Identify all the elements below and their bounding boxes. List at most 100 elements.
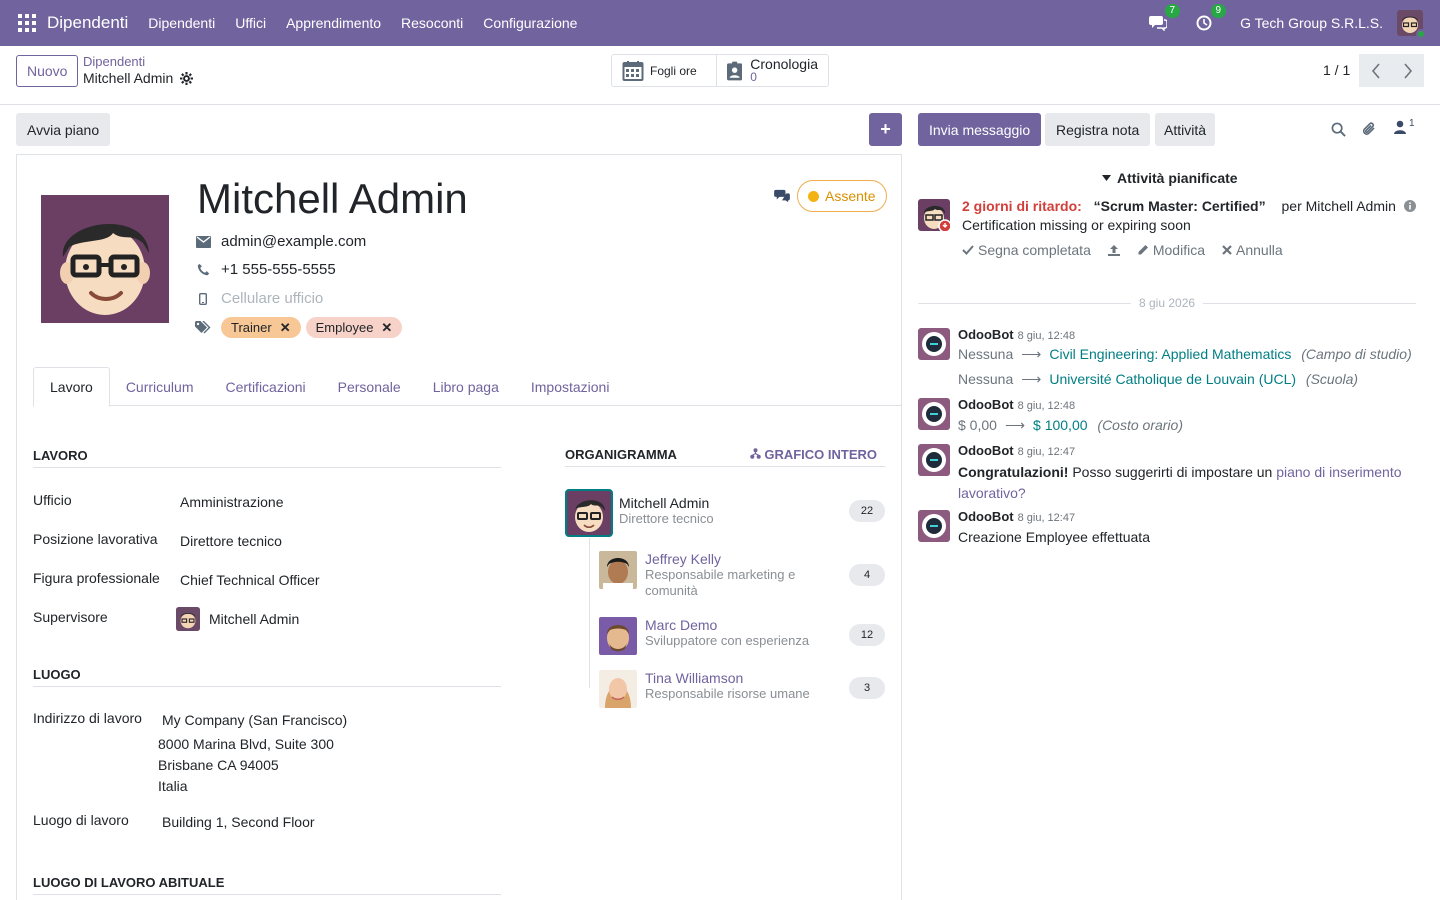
onboarding-plan-link[interactable]: piano di inserimento [1276,464,1401,480]
message-author: OdooBot 8 giu, 12:47 [958,509,1075,524]
planned-activities-toggle[interactable]: Attività pianificate [1102,170,1238,186]
new-button[interactable]: Nuovo [16,55,79,87]
org-sub-employee[interactable]: Marc Demo Sviluppatore con esperienza [599,617,809,655]
pager-previous-button[interactable] [1359,54,1392,87]
menu-configurazione[interactable]: Configurazione [483,15,577,31]
tag-remove-icon[interactable]: ✕ [280,320,291,336]
start-plan-button[interactable]: Avvia piano [16,113,111,146]
tag-employee[interactable]: Employee ✕ [305,317,403,338]
tag-trainer[interactable]: Trainer ✕ [221,317,301,338]
menu-resoconti[interactable]: Resoconti [401,15,463,31]
address-line: 8000 Marina Blvd, Suite 300 [158,736,334,752]
edit-activity-button[interactable]: Modifica [1137,242,1205,258]
message-author: OdooBot 8 giu, 12:48 [958,397,1075,412]
author-name[interactable]: OdooBot [958,327,1014,342]
manager-field[interactable]: Mitchell Admin [176,607,299,631]
tag-remove-icon[interactable]: ✕ [381,320,392,336]
pager-value[interactable]: 1 / 1 [1323,62,1350,78]
section-habitual-title: LUOGO DI LAVORO ABITUALE [33,875,501,895]
org-sub-employee[interactable]: Jeffrey Kelly Responsabile marketing e c… [599,551,815,599]
org-sub-avatar [599,551,637,589]
tab-personale[interactable]: Personale [322,367,417,406]
mark-done-button[interactable]: Segna completata [962,242,1091,258]
manager-avatar [176,607,200,631]
org-main-count-badge[interactable]: 22 [849,500,885,522]
mobile-field[interactable]: Cellulare ufficio [221,290,323,307]
tab-lavoro[interactable]: Lavoro [33,367,110,407]
cancel-activity-button[interactable]: Annulla [1222,242,1283,258]
activity-late-label: 2 giorni di ritardo: [962,198,1082,214]
tab-certificazioni[interactable]: Certificazioni [210,367,322,406]
followers-button[interactable]: 1 [1394,118,1415,134]
history-button[interactable]: Cronologia 0 [716,55,828,86]
office-label: Ufficio [33,492,72,508]
org-sub-employee[interactable]: Tina Williamson Responsabile risorse uma… [599,670,810,708]
org-sub-count-badge[interactable]: 3 [849,677,885,699]
author-name[interactable]: OdooBot [958,509,1014,524]
employee-photo[interactable] [41,195,169,323]
work-location-field[interactable]: Building 1, Second Floor [162,814,315,830]
info-icon[interactable] [1403,200,1416,212]
tag-trainer-label: Trainer [231,320,272,335]
activity-header: 2 giorni di ritardo: “Scrum Master: Cert… [962,198,1416,214]
activity-menu[interactable]: 9 [1194,4,1227,33]
menu-dipendenti[interactable]: Dipendenti [148,15,215,31]
full-chart-link[interactable]: GRAFICO INTERO [749,447,877,462]
org-sub-count-badge[interactable]: 12 [849,624,885,646]
org-sub-count-badge[interactable]: 4 [849,564,885,586]
messaging-menu[interactable]: 7 [1148,4,1181,33]
timesheets-button[interactable]: Fogli ore [612,55,716,86]
tab-curriculum[interactable]: Curriculum [110,367,210,406]
presence-status-badge[interactable]: Assente [797,180,887,212]
job-title-field[interactable]: Chief Technical Officer [180,572,320,588]
job-position-field[interactable]: Direttore tecnico [180,533,282,549]
log-note-button[interactable]: Registra nota [1045,113,1151,146]
chat-icon[interactable] [774,189,790,203]
upload-icon [1107,245,1120,256]
tab-libro-paga[interactable]: Libro paga [417,367,515,406]
upload-button[interactable] [1107,242,1120,258]
job-title-label: Figura professionale [33,570,160,586]
tab-impostazioni[interactable]: Impostazioni [515,367,626,406]
org-main-employee[interactable]: Mitchell Admin Direttore tecnico [565,489,714,537]
phone-icon [197,263,209,276]
onboarding-plan-link-cont[interactable]: lavorativo? [958,485,1026,501]
app-brand[interactable]: Dipendenti [47,13,128,33]
org-main-avatar [565,489,613,537]
activity-note: Certification missing or expiring soon [962,217,1191,233]
apps-menu-icon[interactable] [18,14,36,32]
form-sheet: Mitchell Admin admin@example.com +1 555-… [16,154,902,900]
pager-next-button[interactable] [1391,54,1424,87]
menu-uffici[interactable]: Uffici [235,15,266,31]
phone-field[interactable]: +1 555-555-5555 [221,261,336,278]
author-name[interactable]: OdooBot [958,397,1014,412]
smart-buttons: Fogli ore Cronologia 0 [611,54,829,87]
gear-icon[interactable] [180,71,194,85]
section-location-title: LUOGO [33,667,501,687]
full-chart-label: GRAFICO INTERO [764,447,877,462]
old-value: Nessuna [958,371,1014,387]
user-avatar[interactable] [1397,10,1426,39]
message-text: Posso suggerirti di impostare un [1068,464,1277,480]
author-name[interactable]: OdooBot [958,443,1014,458]
envelope-icon [195,235,211,248]
work-address-field[interactable]: My Company (San Francisco) [162,712,347,728]
menu-apprendimento[interactable]: Apprendimento [286,15,381,31]
activity-actions: Segna completata Modifica Annulla [962,242,1300,258]
search-icon[interactable] [1331,122,1346,137]
chevron-left-icon [1371,62,1380,79]
activities-count-badge: 9 [1210,4,1227,18]
email-field[interactable]: admin@example.com [221,233,366,250]
odoobot-avatar [918,510,950,542]
employee-name[interactable]: Mitchell Admin [197,175,468,223]
message-body: Congratulazioni! Posso suggerirti di imp… [958,462,1414,504]
breadcrumb-parent[interactable]: Dipendenti [83,54,145,69]
activities-button[interactable]: Attività [1155,113,1216,146]
office-field[interactable]: Amministrazione [180,494,283,510]
old-value: $ 0,00 [958,417,997,433]
old-value: Nessuna [958,346,1014,362]
send-message-button[interactable]: Invia messaggio [918,113,1042,146]
company-switcher[interactable]: G Tech Group S.R.L.S. [1240,15,1383,31]
add-action-button[interactable]: + [869,113,902,146]
paperclip-icon[interactable] [1362,121,1377,137]
